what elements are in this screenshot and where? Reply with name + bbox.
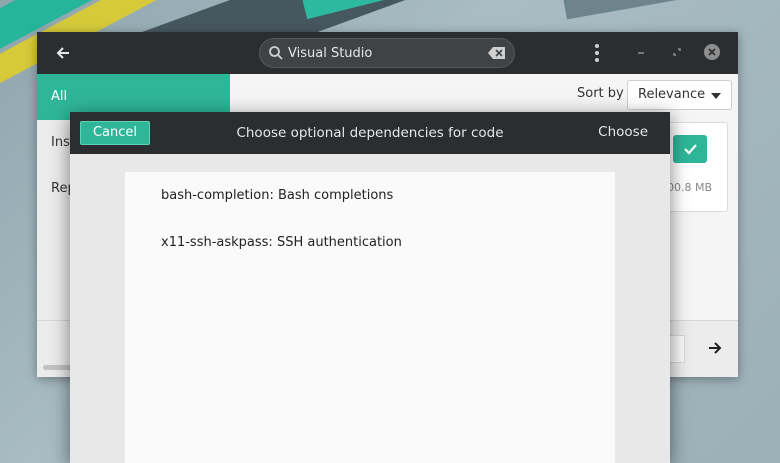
package-size: 00.8 MB <box>667 181 713 194</box>
close-icon[interactable] <box>704 44 720 60</box>
sort-select[interactable]: Relevance <box>627 80 732 110</box>
sort-selected-value: Relevance <box>638 87 706 102</box>
header-bar <box>37 32 738 74</box>
sidebar-item-label: All <box>51 89 68 104</box>
minimize-icon[interactable] <box>633 44 649 60</box>
dialog-header: Cancel Choose optional dependencies for … <box>70 112 670 154</box>
sidebar-item-label: Ins <box>51 135 70 150</box>
checkmark-icon <box>684 144 697 155</box>
wallpaper-stripe <box>560 0 780 20</box>
kebab-menu-icon[interactable] <box>587 43 607 63</box>
dialog-title: Choose optional dependencies for code <box>236 125 504 141</box>
chevron-down-icon <box>711 93 721 99</box>
cancel-button[interactable]: Cancel <box>80 121 150 145</box>
next-arrow-icon <box>709 342 722 354</box>
list-item[interactable]: x11-ssh-askpass: SSH authentication <box>161 235 402 250</box>
dependency-list: bash-completion: Bash completions x11-ss… <box>125 172 615 463</box>
choose-button[interactable]: Choose <box>598 124 648 140</box>
back-button[interactable] <box>51 42 75 64</box>
sort-by-label: Sort by <box>577 86 624 101</box>
search-input[interactable] <box>288 43 478 63</box>
back-arrow-icon <box>56 47 69 59</box>
maximize-icon[interactable] <box>669 44 685 60</box>
list-item[interactable]: bash-completion: Bash completions <box>161 188 393 203</box>
search-icon <box>269 46 283 60</box>
installed-button[interactable] <box>673 135 707 163</box>
dependencies-dialog: Cancel Choose optional dependencies for … <box>70 112 670 463</box>
clear-icon[interactable] <box>488 46 506 60</box>
search-box[interactable] <box>259 38 515 68</box>
next-page-button[interactable] <box>705 337 725 359</box>
